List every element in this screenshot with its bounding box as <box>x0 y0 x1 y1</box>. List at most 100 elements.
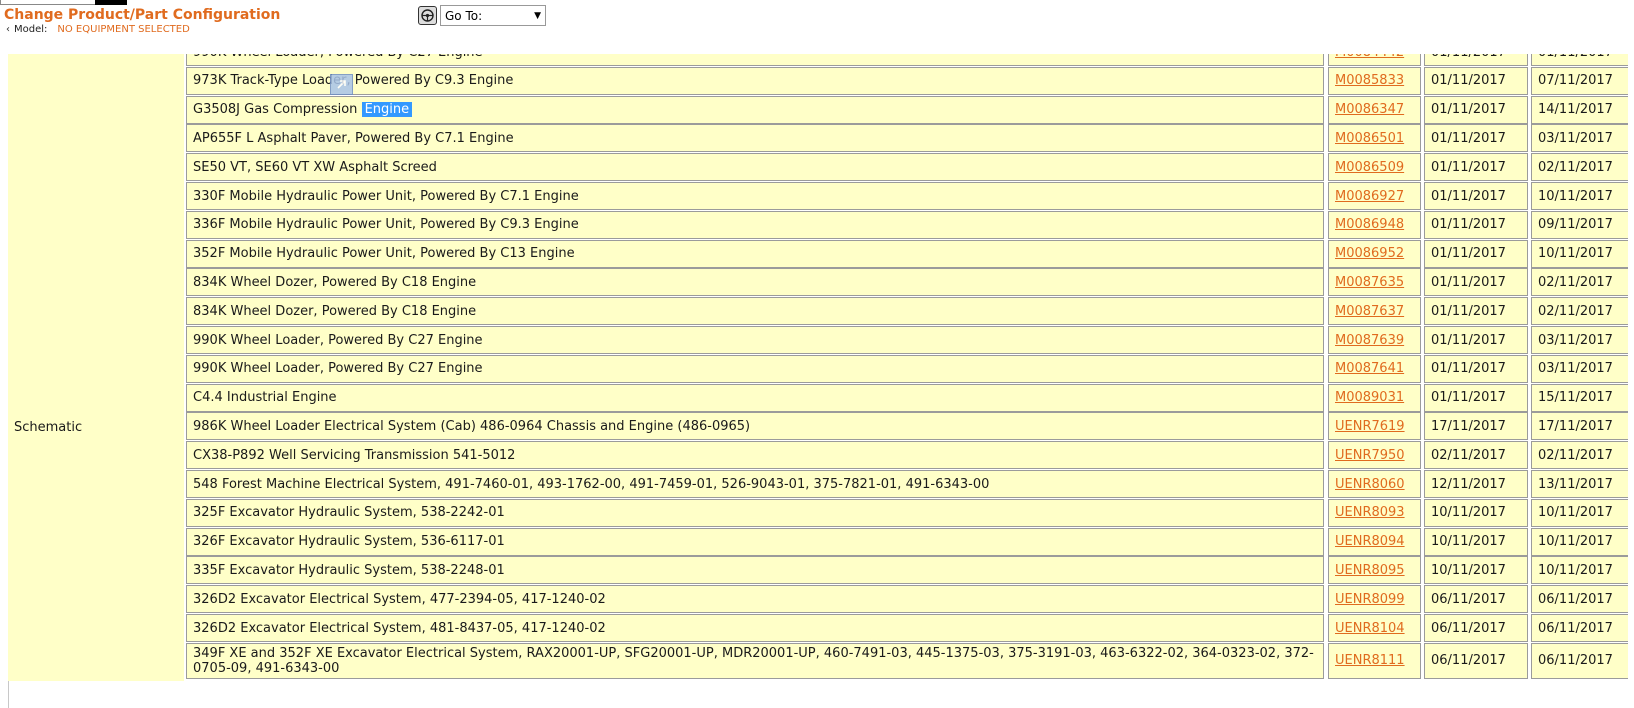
document-cell: UENR7619 <box>1328 412 1421 441</box>
publish-date-cell: 06/11/2017 <box>1424 614 1528 642</box>
category-cell <box>8 614 184 644</box>
document-link[interactable]: UENR8095 <box>1335 563 1405 578</box>
table-row: AP655F L Asphalt Paver, Powered By C7.1 … <box>8 124 1628 155</box>
document-link[interactable]: UENR8093 <box>1335 505 1405 520</box>
publish-date-cell: 01/11/2017 <box>1424 95 1528 124</box>
category-cell <box>8 498 184 529</box>
table-row: 326D2 Excavator Electrical System, 477-2… <box>8 585 1628 616</box>
document-link[interactable]: M0087641 <box>1335 361 1404 376</box>
document-link[interactable]: UENR7950 <box>1335 448 1405 463</box>
update-date: 09/11/2017 <box>1538 217 1613 233</box>
publish-date: 01/11/2017 <box>1431 102 1506 118</box>
update-date: 14/11/2017 <box>1538 102 1613 118</box>
publish-date-cell: 10/11/2017 <box>1424 527 1528 556</box>
description-cell: G3508J Gas Compression Engine <box>186 95 1324 124</box>
category-cell <box>8 441 184 472</box>
document-link[interactable]: M0087637 <box>1335 304 1404 319</box>
document-link[interactable]: M0086347 <box>1335 102 1404 117</box>
document-link[interactable]: M0086927 <box>1335 189 1404 204</box>
steering-wheel-icon[interactable] <box>418 6 437 25</box>
document-cell: M0084442 <box>1328 54 1421 66</box>
update-date: 02/11/2017 <box>1538 303 1613 319</box>
description-text: 325F Excavator Hydraulic System, 538-224… <box>193 505 505 521</box>
update-date-cell: 06/11/2017 <box>1531 642 1628 679</box>
update-date-cell: 06/11/2017 <box>1531 614 1628 642</box>
update-date: 01/11/2017 <box>1538 54 1613 60</box>
document-link[interactable]: M0086501 <box>1335 131 1404 146</box>
category-cell <box>8 239 184 270</box>
document-link[interactable]: M0085833 <box>1335 73 1404 88</box>
document-link[interactable]: UENR8104 <box>1335 621 1405 636</box>
search-button[interactable] <box>95 0 127 5</box>
publish-date: 01/11/2017 <box>1431 303 1506 319</box>
table-row: CX38-P892 Well Servicing Transmission 54… <box>8 441 1628 472</box>
page-header: Change Product/Part Configuration ‹ Mode… <box>0 0 1634 54</box>
category-cell <box>8 326 184 356</box>
document-link[interactable]: UENR8111 <box>1335 653 1405 668</box>
selected-text: Engine <box>361 102 413 118</box>
document-link[interactable]: UENR8094 <box>1335 534 1405 549</box>
publish-date: 01/11/2017 <box>1431 217 1506 233</box>
update-date-cell: 10/11/2017 <box>1531 182 1628 210</box>
document-link[interactable]: M0087635 <box>1335 275 1404 290</box>
category-cell <box>8 354 184 385</box>
description-cell: 352F Mobile Hydraulic Power Unit, Powere… <box>186 239 1324 268</box>
category-cell <box>8 585 184 616</box>
document-link[interactable]: UENR7619 <box>1335 419 1405 434</box>
publish-date: 12/11/2017 <box>1431 476 1506 492</box>
document-link[interactable]: M0086509 <box>1335 160 1404 175</box>
description-text: 973K Track-Type Loader, Powered By C9.3 … <box>193 73 514 89</box>
update-date: 07/11/2017 <box>1538 73 1613 89</box>
update-date: 10/11/2017 <box>1538 562 1613 578</box>
search-input[interactable] <box>0 0 97 5</box>
update-date: 17/11/2017 <box>1538 418 1613 434</box>
update-date: 03/11/2017 <box>1538 361 1613 377</box>
document-cell: M0087641 <box>1328 354 1421 383</box>
category-cell: Schematic <box>8 412 184 443</box>
document-link[interactable]: M0087639 <box>1335 333 1404 348</box>
document-link[interactable]: M0084442 <box>1335 54 1404 60</box>
publish-date-cell: 01/11/2017 <box>1424 239 1528 268</box>
table-row: 326D2 Excavator Electrical System, 481-8… <box>8 614 1628 644</box>
category-cell <box>8 556 184 587</box>
description-cell: 326D2 Excavator Electrical System, 481-8… <box>186 614 1324 642</box>
description-cell: 326F Excavator Hydraulic System, 536-611… <box>186 527 1324 556</box>
publish-date: 01/11/2017 <box>1431 130 1506 146</box>
model-label: Model: <box>14 24 48 35</box>
document-link[interactable]: UENR8060 <box>1335 477 1405 492</box>
page-title[interactable]: Change Product/Part Configuration <box>4 7 280 23</box>
table-row: 349F XE and 352F XE Excavator Electrical… <box>8 642 1628 681</box>
description-text: 326D2 Excavator Electrical System, 481-8… <box>193 620 606 636</box>
description-cell: AP655F L Asphalt Paver, Powered By C7.1 … <box>186 124 1324 153</box>
description-text: 990K Wheel Loader, Powered By C27 Engine <box>193 332 483 348</box>
document-link[interactable]: M0086952 <box>1335 246 1404 261</box>
document-link[interactable]: M0086948 <box>1335 217 1404 232</box>
publish-date-cell: 01/11/2017 <box>1424 54 1528 66</box>
publish-date: 10/11/2017 <box>1431 562 1506 578</box>
category-cell <box>8 210 184 241</box>
description-cell: 973K Track-Type Loader, Powered By C9.3 … <box>186 66 1324 95</box>
description-cell: C4.4 Industrial Engine <box>186 383 1324 412</box>
goto-select[interactable]: Go To: ▼ <box>440 5 546 26</box>
description-text: 349F XE and 352F XE Excavator Electrical… <box>193 645 1314 676</box>
publish-date-cell: 01/11/2017 <box>1424 268 1528 297</box>
description-text: 336F Mobile Hydraulic Power Unit, Powere… <box>193 217 579 233</box>
publish-date: 01/11/2017 <box>1431 361 1506 377</box>
documents-table: 990K Wheel Loader, Powered By C27 Engine… <box>8 54 1628 708</box>
document-link[interactable]: M0089031 <box>1335 390 1404 405</box>
document-link[interactable]: UENR8099 <box>1335 592 1405 607</box>
document-cell: M0086501 <box>1328 124 1421 153</box>
update-date: 03/11/2017 <box>1538 332 1613 348</box>
table-row: 330F Mobile Hydraulic Power Unit, Powere… <box>8 182 1628 212</box>
description-cell: 990K Wheel Loader, Powered By C27 Engine <box>186 354 1324 383</box>
publish-date: 01/11/2017 <box>1431 332 1506 348</box>
publish-date: 01/11/2017 <box>1431 390 1506 406</box>
table-row: 834K Wheel Dozer, Powered By C18 Engine M… <box>8 268 1628 299</box>
update-date: 10/11/2017 <box>1538 188 1613 204</box>
publish-date-cell: 06/11/2017 <box>1424 585 1528 614</box>
table-row: Schematic 986K Wheel Loader Electrical Sy… <box>8 412 1628 443</box>
category-cell <box>8 642 184 681</box>
chevron-left-icon[interactable]: ‹ <box>6 24 10 35</box>
publish-date-cell: 10/11/2017 <box>1424 556 1528 585</box>
publish-date: 06/11/2017 <box>1431 620 1506 636</box>
